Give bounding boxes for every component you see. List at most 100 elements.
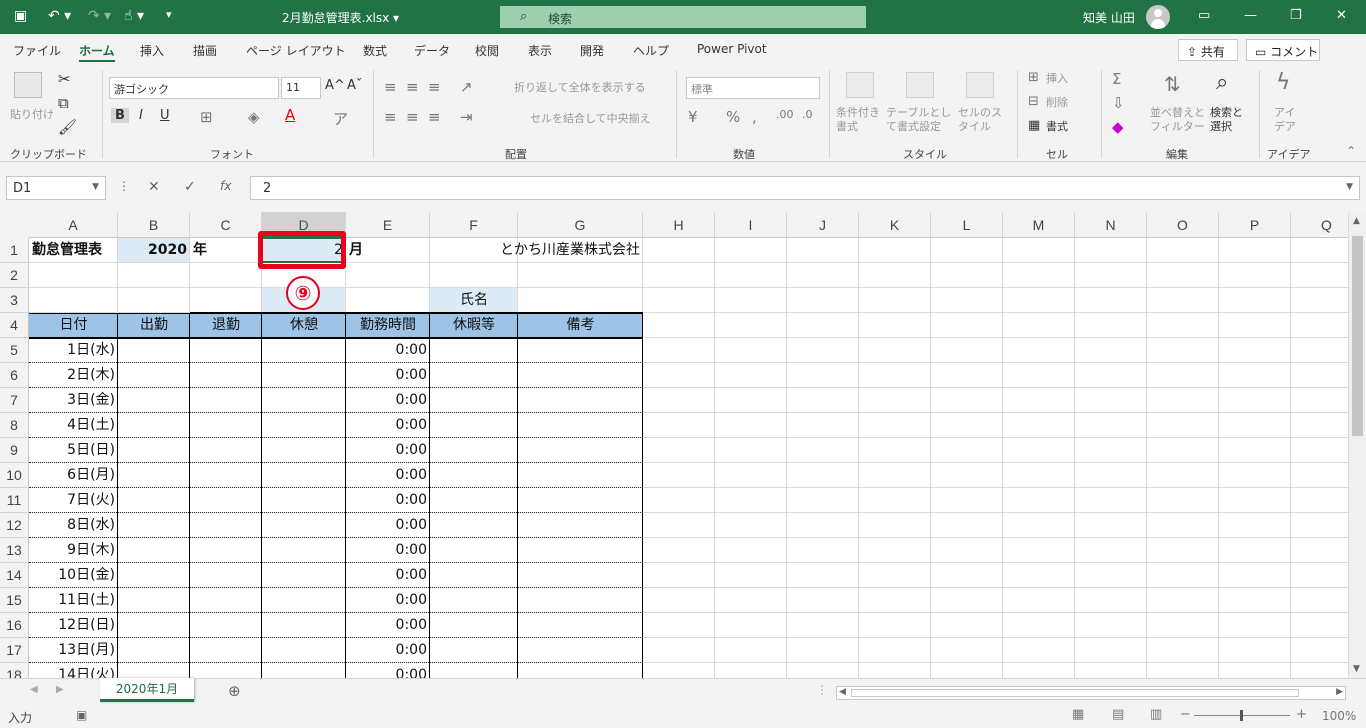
- row-header[interactable]: 7: [0, 388, 29, 413]
- date-cell[interactable]: 6日(月): [29, 463, 118, 488]
- tab-view[interactable]: 表示: [528, 42, 552, 59]
- tab-power-pivot[interactable]: Power Pivot: [697, 42, 767, 56]
- tab-insert[interactable]: 挿入: [140, 42, 164, 59]
- paste-icon[interactable]: [14, 72, 42, 98]
- number-format-select[interactable]: 標準: [686, 77, 820, 99]
- scroll-right-icon[interactable]: ▶: [1336, 687, 1343, 697]
- date-cell[interactable]: 4日(土): [29, 413, 118, 438]
- column-header-i[interactable]: I: [715, 212, 787, 238]
- insert-function-icon[interactable]: fx: [220, 179, 231, 193]
- customize-qat-icon[interactable]: ▾: [166, 8, 172, 21]
- date-cell[interactable]: 11日(土): [29, 588, 118, 613]
- row-header[interactable]: 10: [0, 463, 29, 488]
- ideas-icon[interactable]: ϟ: [1276, 70, 1291, 95]
- border-icon[interactable]: ⊞: [200, 108, 213, 126]
- name-box[interactable]: D1 ▼: [6, 176, 106, 200]
- file-name[interactable]: 2月勤怠管理表.xlsx ▾: [282, 9, 399, 26]
- column-header-o[interactable]: O: [1147, 212, 1219, 238]
- hours-cell[interactable]: 0:00: [346, 463, 430, 488]
- column-header-n[interactable]: N: [1075, 212, 1147, 238]
- collapse-ribbon-icon[interactable]: ⌃: [1346, 144, 1356, 158]
- macro-record-icon[interactable]: ▣: [76, 708, 87, 722]
- delete-cells-button[interactable]: 削除: [1046, 96, 1068, 110]
- format-cells-icon[interactable]: ▦: [1028, 118, 1040, 133]
- undo-icon[interactable]: ↶ ▾: [48, 8, 71, 24]
- column-title[interactable]: 休暇等: [430, 313, 518, 338]
- hours-cell[interactable]: 0:00: [346, 538, 430, 563]
- font-color-icon[interactable]: A: [285, 106, 295, 124]
- comment-button[interactable]: ▭ コメント: [1246, 39, 1320, 61]
- scroll-up-icon[interactable]: ▲: [1353, 216, 1360, 226]
- column-title[interactable]: 勤務時間: [346, 313, 430, 338]
- year-unit[interactable]: 年: [190, 238, 262, 263]
- phonetic-icon[interactable]: ア: [333, 108, 348, 129]
- align-left-icon[interactable]: ≡: [384, 108, 397, 126]
- underline-button[interactable]: U: [160, 108, 170, 123]
- date-cell[interactable]: 12日(日): [29, 613, 118, 638]
- touch-mode-icon[interactable]: ☝ ▾: [124, 8, 144, 24]
- month-unit[interactable]: 月: [346, 238, 430, 263]
- normal-view-icon[interactable]: ▦: [1072, 707, 1084, 722]
- zoom-in-icon[interactable]: +: [1296, 707, 1307, 722]
- page-break-view-icon[interactable]: ▥: [1150, 707, 1162, 722]
- row-header[interactable]: 16: [0, 613, 29, 638]
- tab-help[interactable]: ヘルプ: [633, 42, 669, 59]
- row-header[interactable]: 14: [0, 563, 29, 588]
- scroll-thumb[interactable]: [851, 689, 1299, 697]
- minimize-icon[interactable]: —: [1244, 8, 1257, 23]
- expand-formula-icon[interactable]: ▼: [1346, 182, 1353, 192]
- hours-cell[interactable]: 0:00: [346, 363, 430, 388]
- ribbon-display-icon[interactable]: ▭: [1198, 8, 1210, 23]
- date-cell[interactable]: 13日(月): [29, 638, 118, 663]
- column-header-j[interactable]: J: [787, 212, 859, 238]
- row-header[interactable]: 4: [0, 313, 29, 338]
- tab-developer[interactable]: 開発: [580, 42, 604, 59]
- row-header[interactable]: 15: [0, 588, 29, 613]
- indent-icon[interactable]: ⇥: [460, 108, 473, 126]
- ideas-button[interactable]: アイデア: [1274, 106, 1304, 134]
- cancel-icon[interactable]: ✕: [148, 179, 160, 195]
- vertical-scrollbar[interactable]: ▲ ▼: [1348, 212, 1366, 678]
- date-cell[interactable]: 8日(水): [29, 513, 118, 538]
- tab-file[interactable]: ファイル: [13, 42, 61, 59]
- zoom-slider-handle[interactable]: [1240, 710, 1243, 721]
- zoom-out-icon[interactable]: −: [1180, 707, 1191, 722]
- format-as-table-button[interactable]: テーブルとして書式設定: [886, 106, 958, 134]
- percent-icon[interactable]: %: [726, 108, 740, 126]
- format-painter-icon[interactable]: 🖌: [58, 118, 77, 136]
- conditional-format-icon[interactable]: [846, 72, 874, 98]
- column-header-h[interactable]: H: [643, 212, 715, 238]
- column-header-e[interactable]: E: [346, 212, 430, 238]
- conditional-format-button[interactable]: 条件付き書式: [836, 106, 886, 134]
- tab-draw[interactable]: 描画: [193, 42, 217, 59]
- column-title[interactable]: 休憩: [262, 313, 346, 338]
- company-name[interactable]: とかち川産業株式会社: [430, 238, 643, 263]
- hours-cell[interactable]: 0:00: [346, 338, 430, 363]
- zoom-level[interactable]: 100%: [1322, 709, 1356, 723]
- column-title[interactable]: 出勤: [118, 313, 190, 338]
- autosum-icon[interactable]: Σ: [1112, 70, 1121, 88]
- sheet-tab[interactable]: 2020年1月: [100, 678, 194, 702]
- hours-cell[interactable]: 0:00: [346, 663, 430, 678]
- date-cell[interactable]: 1日(水): [29, 338, 118, 363]
- copy-icon[interactable]: ⧉: [58, 94, 69, 112]
- row-header[interactable]: 3: [0, 288, 29, 313]
- date-cell[interactable]: 10日(金): [29, 563, 118, 588]
- add-sheet-icon[interactable]: ⊕: [228, 682, 241, 700]
- format-cells-button[interactable]: 書式: [1046, 120, 1068, 134]
- delete-cells-icon[interactable]: ⊟: [1028, 94, 1039, 109]
- row-header[interactable]: 8: [0, 413, 29, 438]
- column-title[interactable]: 日付: [29, 313, 118, 338]
- bold-button[interactable]: B: [111, 108, 129, 123]
- cell-styles-button[interactable]: セルのスタイル: [958, 106, 1008, 134]
- year-value[interactable]: 2020: [118, 238, 190, 263]
- row-header[interactable]: 6: [0, 363, 29, 388]
- row-header[interactable]: 12: [0, 513, 29, 538]
- next-sheet-icon[interactable]: ▶: [56, 684, 64, 695]
- align-middle-icon[interactable]: ≡: [406, 78, 419, 96]
- decrease-decimal-icon[interactable]: .0: [802, 108, 813, 121]
- column-title[interactable]: 備考: [518, 313, 643, 338]
- fill-icon[interactable]: ⇩: [1112, 94, 1125, 112]
- align-right-icon[interactable]: ≡: [428, 108, 441, 126]
- orientation-icon[interactable]: ↗: [460, 78, 473, 96]
